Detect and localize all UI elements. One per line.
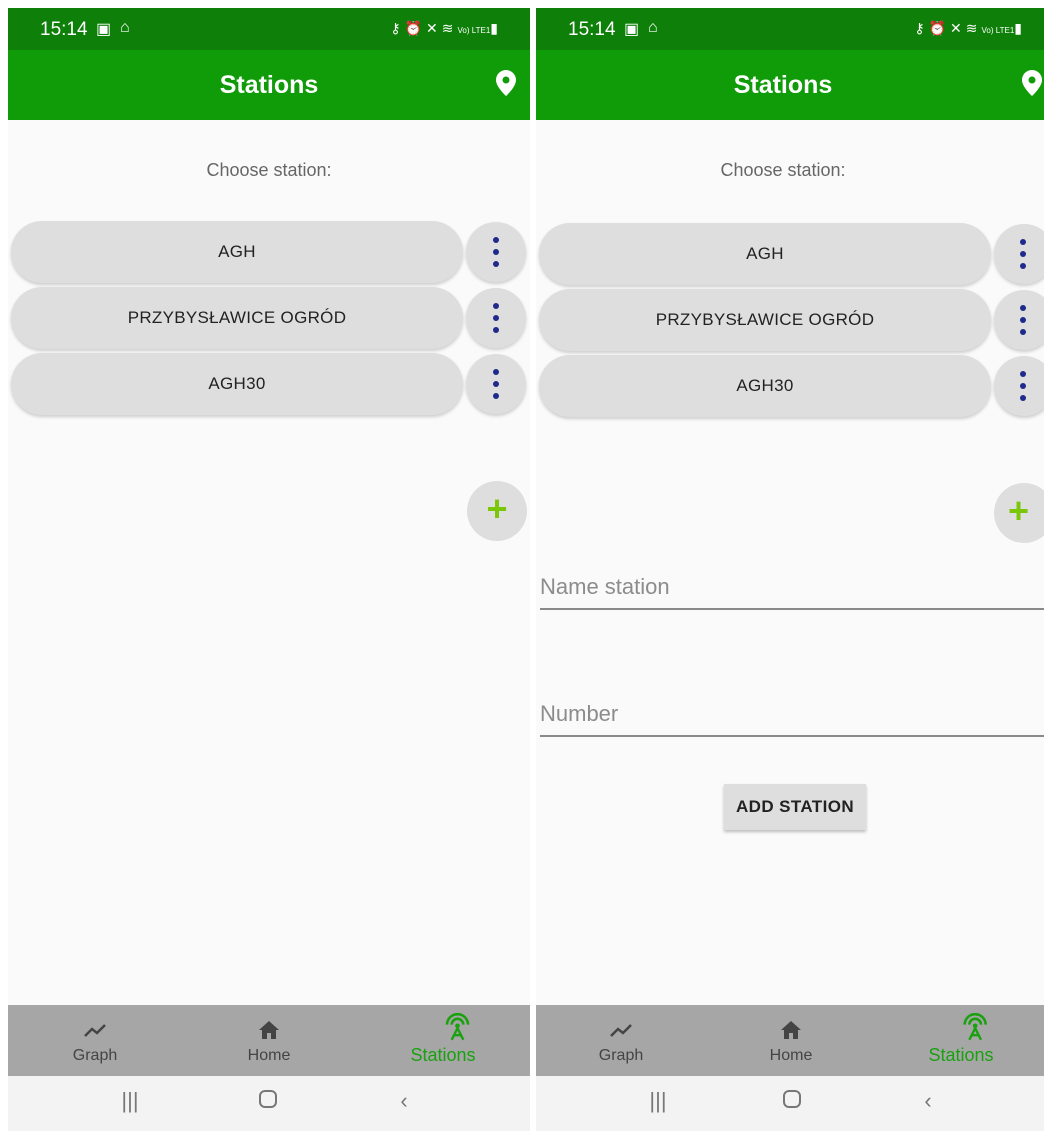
station-label: AGH30 bbox=[208, 374, 266, 393]
station-label: AGH30 bbox=[736, 376, 794, 395]
station-button-agh30[interactable]: AGH30 bbox=[539, 355, 991, 417]
screen-add-station: 15:14 ▣ ⌂ ⚷⏰✕≋Vo) LTE1▮ Stations Choose … bbox=[536, 8, 1044, 1131]
more-vert-icon bbox=[1020, 239, 1026, 245]
nav-home[interactable]: Home bbox=[182, 1005, 356, 1076]
back-icon[interactable]: ‹ bbox=[384, 1088, 424, 1118]
nav-label: Stations bbox=[928, 1045, 994, 1065]
more-vert-dot bbox=[493, 381, 499, 387]
app-notification-icon: ⌂ bbox=[120, 19, 130, 36]
gallery-icon: ▣ bbox=[624, 21, 640, 38]
station-menu-button[interactable] bbox=[466, 288, 526, 348]
station-button-przybyslawice[interactable]: PRZYBYSŁAWICE OGRÓD bbox=[11, 287, 463, 349]
number-field[interactable] bbox=[540, 697, 1044, 737]
station-button-agh30[interactable]: AGH30 bbox=[11, 353, 463, 415]
status-icons: ⚷⏰✕≋Vo) LTE1▮ bbox=[914, 20, 1026, 36]
name-station-input[interactable] bbox=[540, 570, 1044, 600]
location-pin-icon[interactable] bbox=[1022, 70, 1042, 96]
nav-label: Home bbox=[247, 1047, 291, 1064]
home-icon bbox=[781, 1021, 801, 1039]
nav-label: Home bbox=[769, 1047, 813, 1064]
name-station-field[interactable] bbox=[540, 570, 1044, 610]
screen-station-list: 15:14 ▣ ⌂ ⚷⏰✕≋Vo) LTE1▮ Stations Choose … bbox=[8, 8, 530, 1131]
antenna-icon bbox=[445, 1013, 470, 1041]
graph-icon bbox=[84, 1024, 106, 1037]
station-menu-button[interactable] bbox=[994, 290, 1044, 350]
more-vert-dot bbox=[493, 261, 499, 267]
more-vert-dot bbox=[1020, 317, 1026, 323]
more-vert-dot bbox=[1020, 329, 1026, 335]
choose-station-label: Choose station: bbox=[720, 160, 846, 180]
network-label: Vo) LTE1 bbox=[981, 26, 1015, 35]
antenna-icon bbox=[963, 1013, 987, 1041]
station-button-agh[interactable]: AGH bbox=[11, 221, 463, 283]
add-station-fab[interactable]: + bbox=[467, 481, 527, 541]
add-station-button[interactable]: ADD STATION bbox=[724, 784, 866, 830]
home-icon bbox=[259, 1021, 279, 1039]
more-vert-dot bbox=[493, 315, 499, 321]
add-station-fab[interactable]: + bbox=[994, 483, 1044, 543]
page-title: Stations bbox=[733, 71, 833, 99]
status-time: 15:14 bbox=[40, 19, 88, 40]
station-button-przybyslawice[interactable]: PRZYBYSŁAWICE OGRÓD bbox=[539, 289, 991, 351]
status-time: 15:14 bbox=[568, 19, 616, 40]
more-vert-dot bbox=[493, 327, 499, 333]
station-menu-button[interactable] bbox=[994, 224, 1044, 284]
bottom-navigation: Graph Home Stations bbox=[8, 1005, 530, 1076]
recent-apps-icon[interactable]: ||| bbox=[110, 1088, 150, 1118]
nav-label: Graph bbox=[72, 1047, 118, 1064]
nav-graph[interactable]: Graph bbox=[536, 1005, 706, 1076]
station-menu-button[interactable] bbox=[994, 356, 1044, 416]
nav-stations[interactable]: Stations bbox=[356, 1005, 530, 1076]
more-vert-dot bbox=[493, 393, 499, 399]
nav-graph[interactable]: Graph bbox=[8, 1005, 182, 1076]
station-button-agh[interactable]: AGH bbox=[539, 223, 991, 285]
more-vert-dot bbox=[1020, 251, 1026, 257]
station-menu-button[interactable] bbox=[466, 354, 526, 414]
app-notification-icon: ⌂ bbox=[648, 19, 658, 36]
plus-icon: + bbox=[486, 488, 508, 529]
more-vert-icon bbox=[493, 369, 499, 375]
status-bar: 15:14 ▣ ⌂ ⚷⏰✕≋Vo) LTE1▮ bbox=[536, 8, 1044, 50]
station-label: PRZYBYSŁAWICE OGRÓD bbox=[127, 308, 347, 327]
graph-icon bbox=[610, 1024, 632, 1037]
nav-label: Graph bbox=[598, 1047, 644, 1064]
more-vert-icon bbox=[493, 303, 499, 309]
more-vert-icon bbox=[1020, 305, 1026, 311]
home-system-icon[interactable] bbox=[248, 1088, 288, 1118]
back-icon[interactable]: ‹ bbox=[908, 1088, 948, 1118]
system-navigation-bar: ||| ‹ bbox=[536, 1076, 1044, 1131]
plus-icon: + bbox=[1008, 490, 1030, 531]
more-vert-dot bbox=[1020, 395, 1026, 401]
recent-apps-icon[interactable]: ||| bbox=[638, 1088, 678, 1118]
more-vert-dot bbox=[493, 249, 499, 255]
choose-station-label: Choose station: bbox=[206, 160, 332, 180]
system-navigation-bar: ||| ‹ bbox=[8, 1076, 530, 1131]
more-vert-icon bbox=[1020, 371, 1026, 377]
status-icons: ⚷⏰✕≋Vo) LTE1▮ bbox=[390, 20, 502, 36]
more-vert-dot bbox=[1020, 383, 1026, 389]
app-bar: Stations bbox=[536, 50, 1044, 120]
station-label: AGH bbox=[746, 244, 784, 263]
number-input[interactable] bbox=[540, 697, 1044, 727]
home-system-icon[interactable] bbox=[772, 1088, 812, 1118]
network-label: Vo) LTE1 bbox=[457, 26, 491, 35]
page-title: Stations bbox=[219, 71, 319, 99]
gallery-icon: ▣ bbox=[96, 21, 112, 38]
station-label: PRZYBYSŁAWICE OGRÓD bbox=[655, 310, 875, 329]
station-label: AGH bbox=[218, 242, 256, 261]
nav-label: Stations bbox=[410, 1045, 476, 1065]
more-vert-dot bbox=[1020, 263, 1026, 269]
nav-home[interactable]: Home bbox=[706, 1005, 876, 1076]
status-bar: 15:14 ▣ ⌂ ⚷⏰✕≋Vo) LTE1▮ bbox=[8, 8, 530, 50]
nav-stations[interactable]: Stations bbox=[876, 1005, 1044, 1076]
more-vert-icon bbox=[493, 237, 499, 243]
station-menu-button[interactable] bbox=[466, 222, 526, 282]
location-pin-icon[interactable] bbox=[496, 70, 516, 96]
bottom-navigation: Graph Home Stations bbox=[536, 1005, 1044, 1076]
app-bar: Stations bbox=[8, 50, 530, 120]
